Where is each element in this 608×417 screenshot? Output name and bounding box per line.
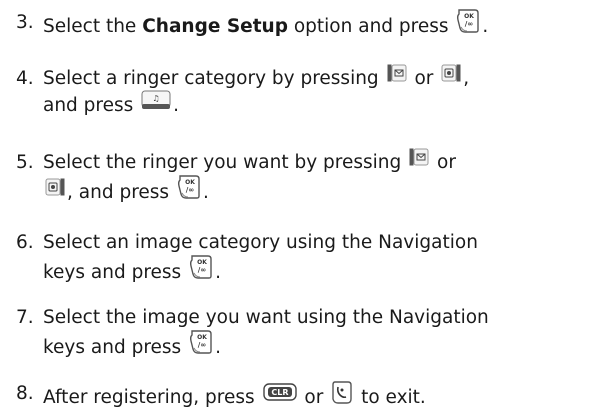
step-text: Select the image you want using the Navi… (43, 305, 606, 365)
svg-text:OK: OK (465, 13, 475, 20)
step-text-run: . (215, 337, 221, 358)
step-text-run: keys and press (43, 262, 188, 283)
svg-text:♫: ♫ (153, 94, 160, 103)
step-text-run: . (482, 16, 489, 37)
step-text-run: Select the image you want using the Navi… (43, 307, 489, 328)
step-text: Select the Change Setup option and press… (43, 8, 606, 44)
message-key-icon (409, 148, 429, 174)
step-text-run: or (298, 387, 330, 408)
step-text-run: Select a ringer category by pressing (43, 68, 385, 89)
step-text: After registering, press CLR or to exit. (43, 381, 606, 415)
step-text-run: or (431, 152, 456, 173)
end-key-icon (331, 379, 353, 413)
step-number: 7. (16, 307, 34, 328)
step-text-run: option and press (287, 16, 455, 37)
svg-text:OK: OK (185, 179, 195, 186)
step-text-run: keys and press (43, 337, 188, 358)
step-5: 5. Select the ringer you want by pressin… (16, 148, 606, 210)
step-text-run: . (202, 182, 209, 203)
svg-text:/∞: /∞ (186, 186, 194, 194)
phonebook-key-icon (441, 64, 461, 90)
step-number: 8. (16, 383, 34, 404)
step-text: Select the ringer you want by pressing o… (43, 148, 606, 210)
clr-key-label: CLR (271, 388, 288, 397)
step-text-run: , and press (67, 182, 175, 203)
step-6: 6. Select an image category using the Na… (16, 230, 606, 290)
step-3: 3. Select the Change Setup option and pr… (16, 8, 606, 44)
ok-key-icon: OK/∞ (177, 174, 201, 208)
ok-key-icon: OK/∞ (189, 329, 213, 363)
ok-key-icon: OK/∞ (189, 254, 213, 288)
svg-text:/∞: /∞ (198, 266, 206, 274)
step-number: 4. (16, 68, 34, 89)
clr-key-icon: CLR (262, 383, 297, 409)
emphasis-text: Change Setup (142, 16, 288, 37)
svg-text:OK: OK (197, 259, 207, 266)
step-text-run: to exit. (355, 387, 426, 408)
manual-page: 3. Select the Change Setup option and pr… (0, 0, 608, 417)
svg-text:OK: OK (197, 334, 207, 341)
step-text-run: Select an image category using the Navig… (43, 232, 478, 253)
phonebook-key-icon (45, 178, 65, 204)
step-text-run: Select the ringer you want by pressing (43, 152, 408, 173)
step-7: 7. Select the image you want using the N… (16, 305, 606, 365)
step-text-run: and press (43, 95, 140, 116)
step-text: Select an image category using the Navig… (43, 230, 606, 290)
svg-text:/∞: /∞ (465, 20, 473, 28)
step-text-run: . (173, 95, 180, 116)
step-4: 4. Select a ringer category by pressing … (16, 64, 606, 120)
svg-text:/∞: /∞ (198, 341, 206, 349)
step-text-run: Select the (43, 16, 143, 37)
step-number: 6. (16, 232, 34, 253)
step-text-run: , (463, 68, 470, 89)
step-number: 5. (16, 152, 34, 173)
music-softkey-icon: ♫ (141, 90, 171, 118)
step-text-run: . (215, 262, 221, 283)
ok-key-icon: OK/∞ (456, 8, 480, 42)
step-text: Select a ringer category by pressing or … (43, 64, 606, 120)
step-number: 3. (16, 12, 34, 33)
step-8: 8. After registering, press CLR or to ex… (16, 381, 606, 415)
step-text-run: After registering, press (43, 387, 261, 408)
step-text-run: or (408, 68, 440, 89)
message-key-icon (387, 64, 407, 90)
